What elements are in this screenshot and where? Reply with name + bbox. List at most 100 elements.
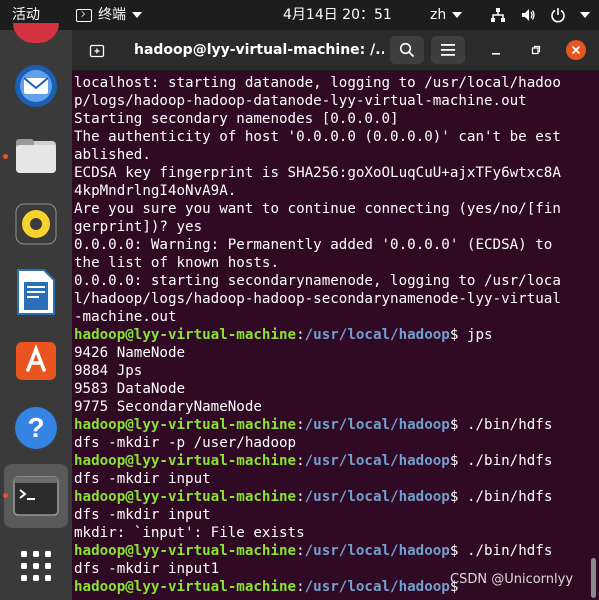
- running-indicator: [3, 493, 8, 498]
- prompt-line: hadoop@lyy-virtual-machine:/usr/local/ha…: [74, 452, 589, 470]
- maximize-button[interactable]: [526, 40, 546, 60]
- prompt-user: hadoop@lyy-virtual-machine: [74, 579, 297, 595]
- scrollbar[interactable]: [591, 558, 596, 598]
- rhythmbox-icon[interactable]: [10, 198, 62, 250]
- terminal-output[interactable]: localhost: starting datanode, logging to…: [74, 74, 589, 600]
- output-line: dfs -mkdir input: [74, 471, 211, 487]
- ubuntu-software-icon[interactable]: [10, 334, 62, 386]
- svg-text:?: ?: [27, 412, 44, 443]
- app-menu[interactable]: 终端: [76, 0, 142, 30]
- output-line: 0.0.0.0: starting secondarynamenode, log…: [74, 273, 561, 289]
- output-line: 9775 SecondaryNameNode: [74, 399, 262, 415]
- volume-icon: [522, 9, 535, 21]
- prompt-user: hadoop@lyy-virtual-machine: [74, 417, 297, 433]
- prompt-dollar: $: [449, 453, 467, 469]
- output-line: localhost: starting datanode, logging to…: [74, 75, 561, 91]
- prompt-line: hadoop@lyy-virtual-machine:/usr/local/ha…: [74, 416, 589, 434]
- app-menu-label: 终端: [98, 7, 126, 23]
- help-icon[interactable]: ?: [10, 402, 62, 454]
- output-line: dfs -mkdir input: [74, 507, 211, 523]
- prompt-path: /usr/local/hadoop: [304, 543, 450, 559]
- output-line: ECDSA key fingerprint is SHA256:goXoOLuq…: [74, 165, 561, 181]
- output-line: Starting secondary namenodes [0.0.0.0]: [74, 111, 399, 127]
- prompt-separator: :: [296, 453, 305, 469]
- hamburger-icon: [441, 44, 455, 56]
- show-apps-icon[interactable]: [10, 540, 62, 592]
- chevron-down-icon: [580, 12, 590, 18]
- output-line: -machine.out: [74, 309, 177, 325]
- prompt-separator: :: [296, 417, 305, 433]
- prompt-dollar: $: [449, 417, 467, 433]
- thunderbird-icon[interactable]: [10, 60, 62, 112]
- prompt-user: hadoop@lyy-virtual-machine: [74, 453, 297, 469]
- prompt-dollar: $: [449, 543, 467, 559]
- search-icon: [399, 42, 415, 58]
- prompt-separator: :: [296, 579, 305, 595]
- minimize-icon: [492, 53, 500, 55]
- system-tray[interactable]: [490, 0, 590, 30]
- power-icon: [551, 8, 565, 23]
- output-line: ablished.: [74, 147, 151, 163]
- prompt-line: hadoop@lyy-virtual-machine:/usr/local/ha…: [74, 542, 589, 560]
- watermark: CSDN @Unicornlyy: [450, 572, 574, 587]
- prompt-user: hadoop@lyy-virtual-machine: [74, 543, 297, 559]
- prompt-path: /usr/local/hadoop: [304, 579, 450, 595]
- command-text: jps: [466, 327, 493, 343]
- input-method-label: zh: [430, 7, 447, 23]
- prompt-dollar: $: [449, 327, 467, 343]
- files-icon[interactable]: [10, 130, 62, 182]
- libreoffice-writer-icon[interactable]: [10, 266, 62, 318]
- menu-button[interactable]: [431, 36, 465, 64]
- clock[interactable]: 4月14日 20：51: [283, 0, 392, 30]
- title-bar[interactable]: hadoop@lyy-virtual-machine: /...: [72, 30, 599, 71]
- prompt-dollar: $: [449, 489, 467, 505]
- new-tab-icon: [89, 44, 105, 58]
- output-line: 9583 DataNode: [74, 381, 186, 397]
- close-button[interactable]: [566, 40, 586, 60]
- command-text: ./bin/hdfs: [466, 543, 553, 559]
- running-indicator: [3, 154, 8, 159]
- chevron-down-icon: [132, 12, 142, 18]
- search-button[interactable]: [390, 36, 424, 64]
- new-tab-button[interactable]: [80, 36, 114, 64]
- network-icon: [491, 8, 505, 22]
- prompt-user: hadoop@lyy-virtual-machine: [74, 327, 297, 343]
- terminal-icon[interactable]: [10, 470, 62, 522]
- output-line: 0.0.0.0: Warning: Permanently added '0.0…: [74, 237, 553, 253]
- window-title: hadoop@lyy-virtual-machine: /...: [134, 42, 384, 58]
- output-line: l/hadoop/logs/hadoop-hadoop-secondarynam…: [74, 291, 561, 307]
- command-text: ./bin/hdfs: [466, 453, 553, 469]
- input-method-menu[interactable]: zh: [430, 0, 463, 30]
- output-line: gerprint])? yes: [74, 219, 203, 235]
- partial-app-icon[interactable]: [10, 14, 62, 66]
- restore-icon: [531, 45, 541, 55]
- output-line: the list of known hosts.: [74, 255, 279, 271]
- output-line: The authenticity of host '0.0.0.0 (0.0.0…: [74, 129, 561, 145]
- chevron-down-icon: [452, 12, 463, 18]
- prompt-path: /usr/local/hadoop: [304, 327, 450, 343]
- top-bar: 活动 终端 4月14日 20：51 zh: [0, 0, 599, 30]
- output-line: 4kpMndrlngI4oNvA9A.: [74, 183, 237, 199]
- prompt-path: /usr/local/hadoop: [304, 417, 450, 433]
- command-text: ./bin/hdfs: [466, 417, 553, 433]
- prompt-path: /usr/local/hadoop: [304, 489, 450, 505]
- dock: ?: [0, 23, 72, 600]
- terminal-app-icon: [76, 8, 92, 22]
- prompt-separator: :: [296, 543, 305, 559]
- output-line: p/logs/hadoop-hadoop-datanode-lyy-virtua…: [74, 93, 527, 109]
- output-line: dfs -mkdir -p /user/hadoop: [74, 435, 297, 451]
- output-line: Are you sure you want to continue connec…: [74, 201, 561, 217]
- output-line: 9884 Jps: [74, 363, 143, 379]
- output-line: 9426 NameNode: [74, 345, 186, 361]
- minimize-button[interactable]: [486, 40, 506, 60]
- terminal-window: hadoop@lyy-virtual-machine: /... localho…: [72, 30, 599, 600]
- command-text: ./bin/hdfs: [466, 489, 553, 505]
- prompt-line: hadoop@lyy-virtual-machine:/usr/local/ha…: [74, 326, 589, 344]
- prompt-path: /usr/local/hadoop: [304, 453, 450, 469]
- prompt-line: hadoop@lyy-virtual-machine:/usr/local/ha…: [74, 488, 589, 506]
- prompt-user: hadoop@lyy-virtual-machine: [74, 489, 297, 505]
- prompt-separator: :: [296, 489, 305, 505]
- output-line: mkdir: `input': File exists: [74, 525, 305, 541]
- close-icon: [571, 45, 581, 55]
- prompt-separator: :: [296, 327, 305, 343]
